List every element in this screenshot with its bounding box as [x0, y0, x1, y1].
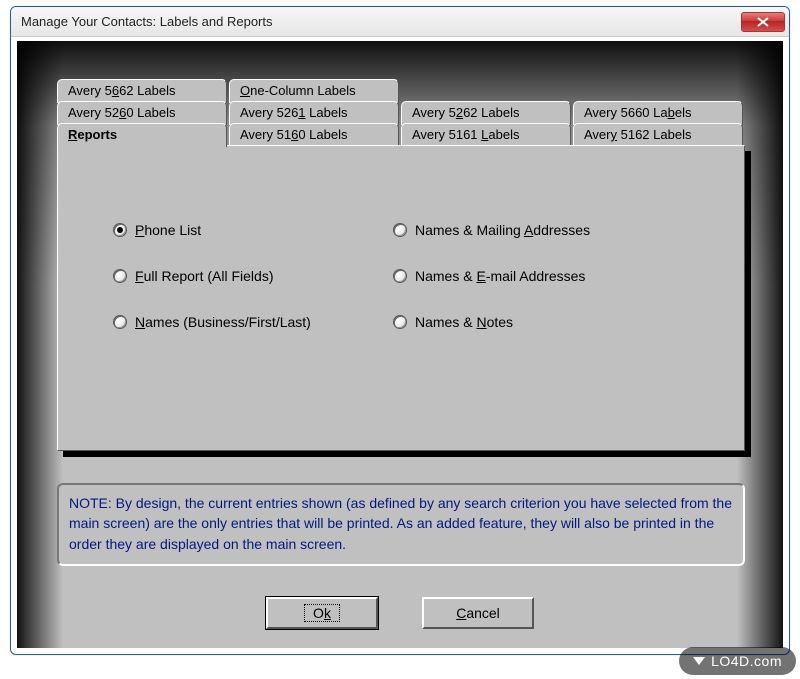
note-text: NOTE: By design, the current entries sho… — [69, 495, 732, 552]
tab-panel-reports: Phone List Names & Mailing Addresses Ful… — [57, 145, 745, 451]
radio-icon — [113, 315, 127, 329]
radio-names-only[interactable]: Names (Business/First/Last) — [113, 314, 393, 330]
radio-phone-list[interactable]: Phone List — [113, 222, 393, 238]
radio-names-notes[interactable]: Names & Notes — [393, 314, 693, 330]
tab-stack: Avery 5662 Labels One-Column Labels Aver… — [57, 79, 745, 451]
tab-avery-5160[interactable]: Avery 5160 Labels — [229, 123, 399, 147]
button-row: Ok Cancel — [17, 597, 783, 629]
client-area: Avery 5662 Labels One-Column Labels Aver… — [17, 41, 783, 648]
radio-icon — [393, 315, 407, 329]
watermark: LO4D.com — [679, 647, 796, 675]
tab-row-back: Avery 5662 Labels One-Column Labels — [57, 79, 745, 103]
window-title: Manage Your Contacts: Labels and Reports — [21, 14, 741, 29]
watermark-text: LO4D.com — [711, 653, 782, 669]
radio-icon — [393, 269, 407, 283]
tab-avery-5262[interactable]: Avery 5262 Labels — [401, 101, 571, 125]
cancel-button[interactable]: Cancel — [422, 597, 534, 629]
close-icon — [757, 17, 769, 27]
tab-reports[interactable]: Reports — [57, 123, 227, 147]
titlebar: Manage Your Contacts: Labels and Reports — [11, 7, 789, 37]
tab-one-column[interactable]: One-Column Labels — [229, 79, 399, 103]
radio-names-mailing[interactable]: Names & Mailing Addresses — [393, 222, 693, 238]
radio-icon — [113, 223, 127, 237]
tab-row-front: Reports Avery 5160 Labels Avery 5161 Lab… — [57, 123, 745, 147]
tab-avery-5162[interactable]: Avery 5162 Labels — [573, 123, 743, 147]
report-options: Phone List Names & Mailing Addresses Ful… — [113, 222, 693, 330]
radio-icon — [393, 223, 407, 237]
radio-names-email[interactable]: Names & E-mail Addresses — [393, 268, 693, 284]
tab-avery-5660[interactable]: Avery 5660 Labels — [573, 101, 743, 125]
download-icon — [693, 657, 705, 665]
note-box: NOTE: By design, the current entries sho… — [57, 483, 745, 566]
close-button[interactable] — [741, 12, 785, 32]
ok-button[interactable]: Ok — [266, 597, 378, 629]
tab-avery-5662[interactable]: Avery 5662 Labels — [57, 79, 227, 103]
tab-row-middle: Avery 5260 Labels Avery 5261 Labels Aver… — [57, 101, 745, 125]
tab-avery-5261[interactable]: Avery 5261 Labels — [229, 101, 399, 125]
dialog-window: Manage Your Contacts: Labels and Reports… — [10, 6, 790, 655]
radio-icon — [113, 269, 127, 283]
tab-avery-5161[interactable]: Avery 5161 Labels — [401, 123, 571, 147]
tab-avery-5260[interactable]: Avery 5260 Labels — [57, 101, 227, 125]
radio-full-report[interactable]: Full Report (All Fields) — [113, 268, 393, 284]
